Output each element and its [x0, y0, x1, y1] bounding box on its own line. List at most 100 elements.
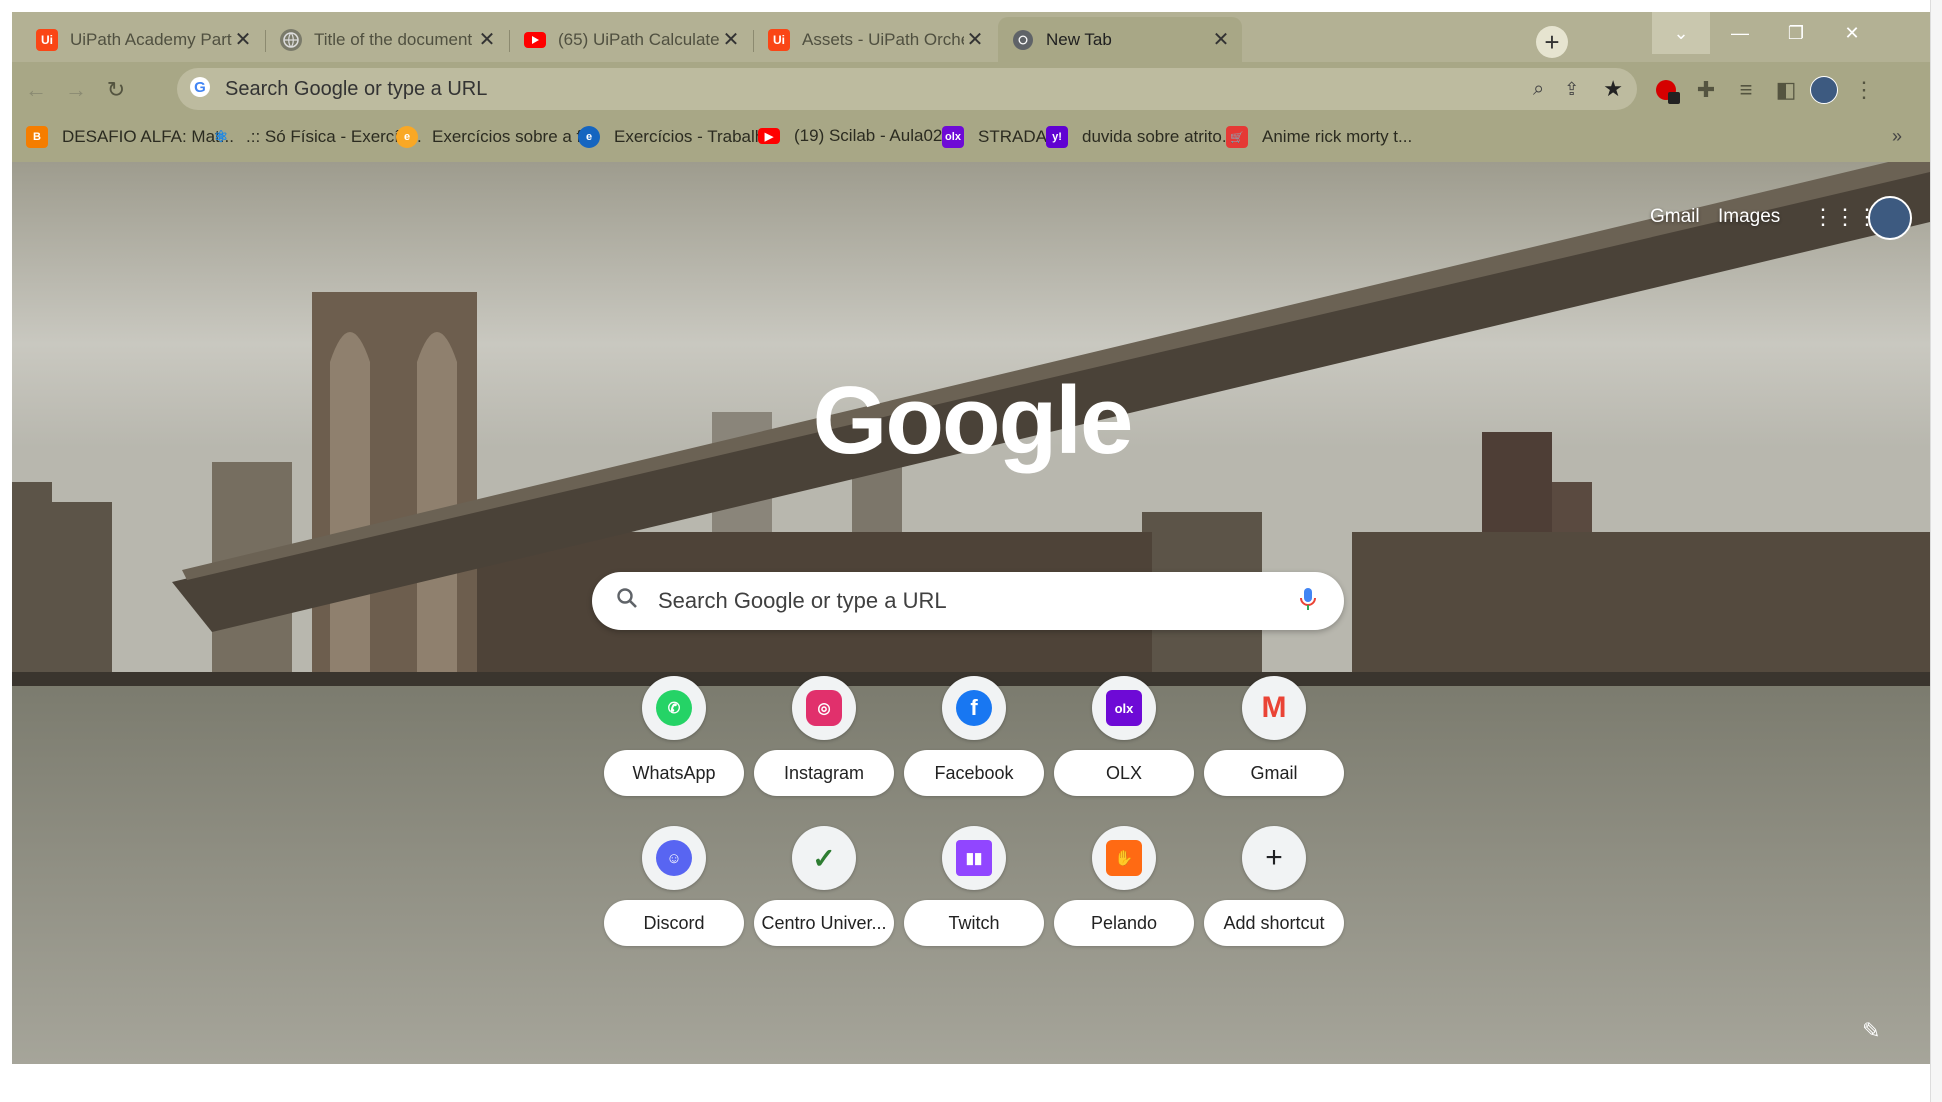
images-link[interactable]: Images: [1718, 206, 1780, 228]
uipath-icon: Ui: [36, 28, 58, 51]
side-panel-icon: ◧: [1775, 77, 1797, 102]
forward-button[interactable]: →: [62, 76, 90, 104]
shortcut-olx[interactable]: olx OLX: [1054, 676, 1194, 796]
bookmark-item[interactable]: e Exercícios - Trabalh...: [578, 126, 778, 148]
back-button[interactable]: ←: [22, 76, 50, 104]
uipath-icon: Ui: [768, 28, 790, 51]
svg-text:G: G: [194, 79, 206, 96]
shortcut-twitch[interactable]: ▮▮ Twitch: [904, 826, 1044, 946]
bookmarks-overflow-button[interactable]: »: [1892, 126, 1902, 147]
address-text: Search Google or type a URL: [225, 77, 488, 100]
browser-window: Ui UiPath Academy Partners ✕ Title of th…: [12, 12, 1930, 1064]
shortcut-label: Twitch: [904, 900, 1044, 946]
profile-button[interactable]: [1810, 76, 1838, 104]
shortcut-instagram[interactable]: ◎ Instagram: [754, 676, 894, 796]
chevron-down-icon: ⌄: [1673, 22, 1689, 43]
shortcut-whatsapp[interactable]: ✆ WhatsApp: [604, 676, 744, 796]
blogger-icon: B: [26, 126, 48, 148]
google-g-icon: G: [189, 76, 211, 103]
youtube-icon: [524, 31, 546, 48]
shortcut-gmail[interactable]: M Gmail: [1204, 676, 1344, 796]
share-icon[interactable]: ⇪: [1564, 79, 1579, 100]
microphone-icon[interactable]: [1300, 587, 1316, 616]
restore-button[interactable]: ❐: [1768, 12, 1824, 54]
minimize-icon: —: [1731, 22, 1749, 43]
bookmark-item[interactable]: e Exercícios sobre a f...: [396, 126, 595, 148]
bookmark-item[interactable]: B DESAFIO ALFA: Mat...: [26, 126, 234, 148]
bookmark-label: DESAFIO ALFA: Mat...: [62, 127, 234, 146]
arrow-right-icon: →: [65, 77, 87, 102]
shortcut-label: WhatsApp: [604, 750, 744, 796]
gmail-icon: M: [1261, 691, 1287, 724]
tab-new-tab[interactable]: New Tab ✕: [998, 17, 1242, 62]
extensions-button[interactable]: ✚: [1692, 76, 1720, 104]
shortcut-add[interactable]: + Add shortcut: [1204, 826, 1344, 946]
close-icon[interactable]: ✕: [476, 27, 498, 52]
tab-youtube-uipath[interactable]: (65) UiPath Calculate Clie ✕: [510, 17, 752, 62]
search-box[interactable]: Search Google or type a URL: [592, 572, 1344, 630]
avatar[interactable]: [1868, 196, 1912, 240]
sofisica-icon: ⚛: [213, 129, 229, 146]
centro-universitario-icon: ✓: [812, 842, 836, 874]
tab-uipath-academy[interactable]: Ui UiPath Academy Partners ✕: [22, 17, 264, 62]
mundo-educacao-icon: e: [578, 126, 600, 148]
shortcut-facebook[interactable]: f Facebook: [904, 676, 1044, 796]
reload-icon: ↻: [106, 77, 126, 102]
new-tab-button[interactable]: +: [1536, 26, 1568, 58]
toolbar: ← → ↻ G Search Google or type a URL ⌕ ⇪ …: [12, 62, 1930, 114]
shortcut-icon-bg: ✆: [642, 676, 706, 740]
chrome-icon: [1012, 29, 1034, 51]
restore-icon: ❐: [1787, 22, 1805, 43]
bookmark-label: (19) Scilab - Aula02...: [794, 126, 957, 145]
store-icon: 🛒: [1226, 126, 1248, 148]
bookmark-item[interactable]: ▶ (19) Scilab - Aula02...: [758, 126, 957, 146]
bookmark-item[interactable]: ⚛ .:: Só Física - Exercíc...: [210, 126, 422, 148]
close-icon[interactable]: ✕: [232, 27, 254, 52]
menu-button[interactable]: ⋮: [1850, 76, 1878, 104]
twitch-icon: ▮▮: [956, 840, 992, 876]
extension-button[interactable]: [1652, 76, 1680, 104]
shortcut-label: Discord: [604, 900, 744, 946]
bookmark-item[interactable]: y! duvida sobre atrito...: [1046, 126, 1236, 148]
shortcut-icon-bg: ▮▮: [942, 826, 1006, 890]
shortcut-icon-bg: olx: [1092, 676, 1156, 740]
close-icon[interactable]: ✕: [720, 27, 742, 52]
shortcut-label: Gmail: [1204, 750, 1344, 796]
reload-button[interactable]: ↻: [102, 76, 130, 104]
media-button[interactable]: ≡: [1732, 76, 1760, 104]
shortcut-label: Add shortcut: [1204, 900, 1344, 946]
shortcut-centro-universitario[interactable]: ✓ Centro Univer...: [754, 826, 894, 946]
tab-title: New Tab: [1046, 29, 1112, 49]
zoom-icon[interactable]: ⌕: [1533, 78, 1544, 101]
close-icon[interactable]: ✕: [1210, 27, 1232, 52]
tab-title: (65) UiPath Calculate Clie: [558, 29, 720, 49]
bookmark-label: Exercícios - Trabalh...: [614, 127, 779, 146]
address-bar[interactable]: G Search Google or type a URL ⌕ ⇪ ★: [177, 68, 1637, 110]
minimize-button[interactable]: —: [1712, 12, 1768, 54]
plus-icon: +: [1544, 26, 1560, 57]
bookmark-star-icon[interactable]: ★: [1603, 76, 1623, 102]
puzzle-icon: ✚: [1696, 77, 1716, 102]
tab-assets-orchestrator[interactable]: Ui Assets - UiPath Orchestra ✕: [754, 17, 996, 62]
close-icon[interactable]: ✕: [964, 27, 986, 52]
tab-search-button[interactable]: ⌄: [1652, 12, 1710, 54]
whatsapp-icon: ✆: [656, 690, 692, 726]
bookmark-item[interactable]: olx STRADA: [942, 126, 1047, 148]
customize-pencil-icon[interactable]: ✎: [1862, 1018, 1892, 1048]
shortcut-discord[interactable]: ☺ Discord: [604, 826, 744, 946]
plus-icon: +: [1265, 841, 1283, 874]
bookmark-label: STRADA: [978, 127, 1047, 146]
extension-red-icon: [1656, 80, 1680, 104]
side-panel-button[interactable]: ◧: [1772, 76, 1800, 104]
bookmark-item[interactable]: 🛒 Anime rick morty t...: [1226, 126, 1412, 148]
search-input[interactable]: Search Google or type a URL: [658, 588, 1300, 614]
gmail-link[interactable]: Gmail: [1650, 206, 1700, 228]
chevron-double-right-icon: »: [1892, 126, 1903, 146]
olx-icon: olx: [942, 126, 964, 148]
playlist-icon: ≡: [1739, 77, 1753, 102]
tab-title-of-document[interactable]: Title of the document ✕: [266, 17, 508, 62]
discord-icon: ☺: [656, 840, 692, 876]
shortcut-pelando[interactable]: ✋ Pelando: [1054, 826, 1194, 946]
bookmark-label: Anime rick morty t...: [1262, 127, 1413, 146]
close-window-button[interactable]: ✕: [1824, 12, 1880, 54]
